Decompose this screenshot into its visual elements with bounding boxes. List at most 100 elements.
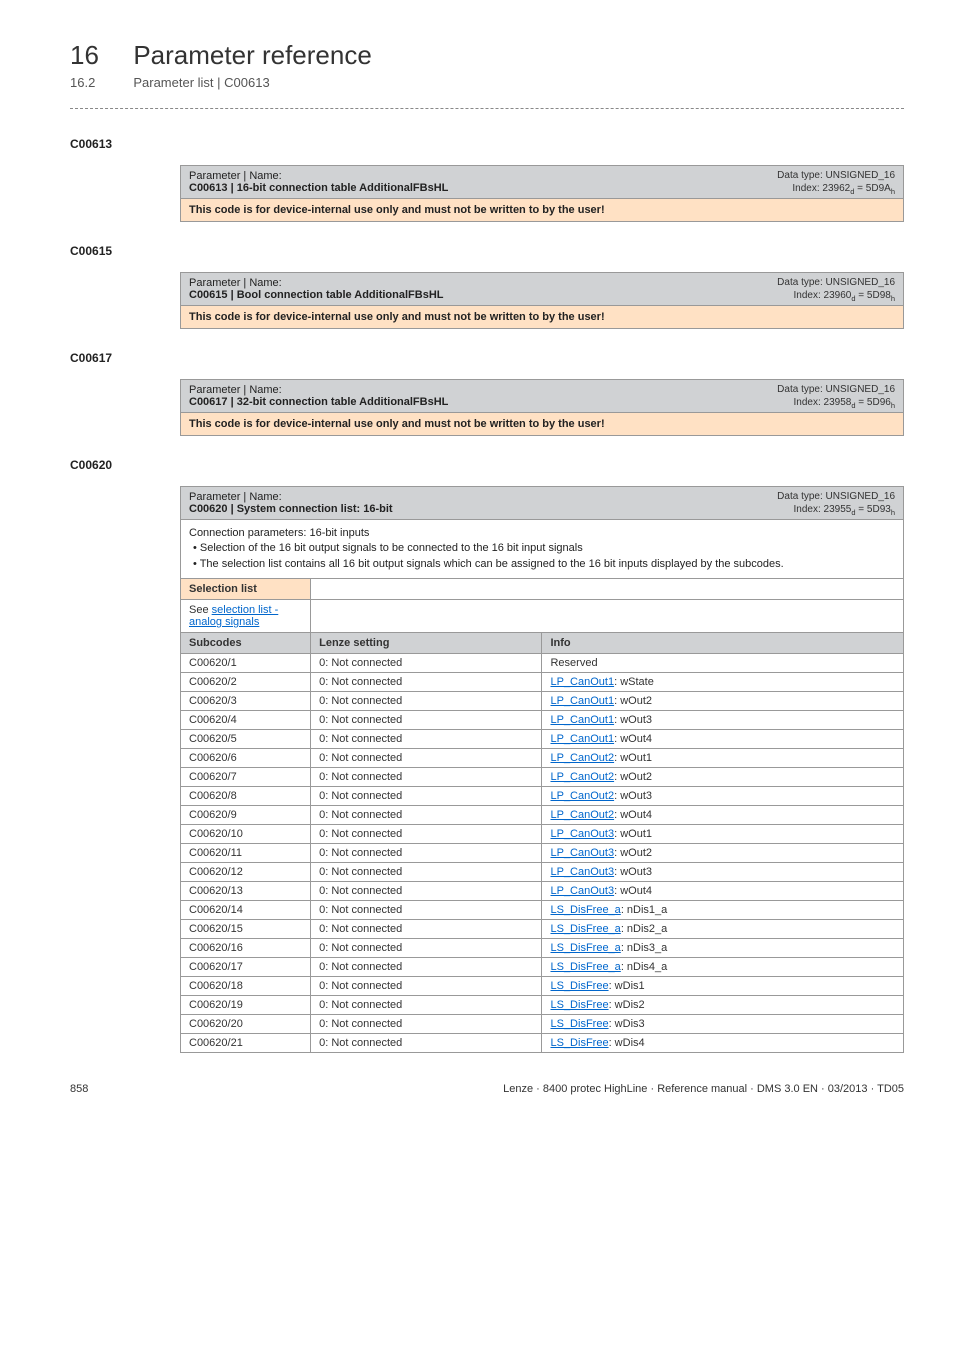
chapter-title: Parameter reference xyxy=(133,40,371,70)
setting-cell: 0: Not connected xyxy=(311,730,542,749)
meta-type: Data type: UNSIGNED_16 xyxy=(777,491,895,502)
info-link[interactable]: LS_DisFree_a xyxy=(550,904,620,916)
table-row: C00620/10 0: Not connected LP_CanOut3: w… xyxy=(181,825,904,844)
info-rest: : wOut2 xyxy=(614,695,652,707)
table-row: C00620/18 0: Not connected LS_DisFree: w… xyxy=(181,977,904,996)
subcode-cell: C00620/17 xyxy=(181,958,311,977)
parameter-block: Parameter | Name: C00617 | 32-bit connec… xyxy=(180,379,904,436)
code-heading: C00620 xyxy=(70,458,904,472)
setting-cell: 0: Not connected xyxy=(311,996,542,1015)
setting-cell: 0: Not connected xyxy=(311,920,542,939)
parameter-header-cell: Parameter | Name: C00617 | 32-bit connec… xyxy=(181,380,904,413)
parameter-name: C00620 | System connection list: 16-bit xyxy=(189,503,393,515)
info-link[interactable]: LP_CanOut1 xyxy=(550,714,614,726)
code-heading: C00613 xyxy=(70,137,904,151)
info-cell: LP_CanOut3: wOut2 xyxy=(542,844,904,863)
info-link[interactable]: LS_DisFree_a xyxy=(550,942,620,954)
page-number: 858 xyxy=(70,1083,88,1095)
subcode-cell: C00620/5 xyxy=(181,730,311,749)
parameter-name: C00615 | Bool connection table Additiona… xyxy=(189,289,443,301)
info-cell: LS_DisFree: wDis4 xyxy=(542,1034,904,1053)
empty-cell xyxy=(311,600,904,633)
description-cell: Connection parameters: 16-bit inputs • S… xyxy=(181,520,904,579)
subcode-cell: C00620/16 xyxy=(181,939,311,958)
info-rest: : wDis2 xyxy=(609,999,645,1011)
parameter-label: Parameter | Name: xyxy=(189,170,282,182)
setting-cell: 0: Not connected xyxy=(311,768,542,787)
parameter-table: Parameter | Name: C00613 | 16-bit connec… xyxy=(180,165,904,222)
footer-text: Lenze · 8400 protec HighLine · Reference… xyxy=(503,1083,904,1095)
info-link[interactable]: LP_CanOut2 xyxy=(550,752,614,764)
setting-cell: 0: Not connected xyxy=(311,1034,542,1053)
info-link[interactable]: LP_CanOut2 xyxy=(550,809,614,821)
table-row: C00620/3 0: Not connected LP_CanOut1: wO… xyxy=(181,692,904,711)
info-rest: : wOut4 xyxy=(614,809,652,821)
info-link[interactable]: LP_CanOut1 xyxy=(550,676,614,688)
code-heading: C00617 xyxy=(70,351,904,365)
parameter-meta: Data type: UNSIGNED_16 Index: 23962d = 5… xyxy=(777,170,895,196)
setting-cell: 0: Not connected xyxy=(311,863,542,882)
table-row: C00620/16 0: Not connected LS_DisFree_a:… xyxy=(181,939,904,958)
selection-list-header: Selection list xyxy=(181,579,311,600)
parameter-label: Parameter | Name: xyxy=(189,277,282,289)
info-cell: LP_CanOut2: wOut3 xyxy=(542,787,904,806)
setting-cell: 0: Not connected xyxy=(311,901,542,920)
info-link[interactable]: LP_CanOut1 xyxy=(550,733,614,745)
info-link[interactable]: LP_CanOut1 xyxy=(550,695,614,707)
desc-line: Connection parameters: 16-bit inputs xyxy=(189,526,895,541)
info-cell: LS_DisFree_a: nDis2_a xyxy=(542,920,904,939)
info-link[interactable]: LS_DisFree xyxy=(550,1037,608,1049)
info-cell: LS_DisFree: wDis3 xyxy=(542,1015,904,1034)
info-cell: LS_DisFree_a: nDis3_a xyxy=(542,939,904,958)
parameter-table-detail: Parameter | Name: C00620 | System connec… xyxy=(180,486,904,1053)
setting-cell: 0: Not connected xyxy=(311,711,542,730)
parameter-block: Parameter | Name: C00613 | 16-bit connec… xyxy=(180,165,904,222)
setting-cell: 0: Not connected xyxy=(311,787,542,806)
info-link[interactable]: LS_DisFree_a xyxy=(550,961,620,973)
info-link[interactable]: LS_DisFree xyxy=(550,999,608,1011)
selection-prefix: See xyxy=(189,604,212,616)
info-rest: : nDis2_a xyxy=(621,923,667,935)
parameter-meta: Data type: UNSIGNED_16 Index: 23955d = 5… xyxy=(777,491,895,517)
parameter-name: C00613 | 16-bit connection table Additio… xyxy=(189,182,448,194)
desc-bullet: • The selection list contains all 16 bit… xyxy=(189,557,895,572)
parameter-header-cell: Parameter | Name: C00613 | 16-bit connec… xyxy=(181,166,904,199)
parameter-label: Parameter | Name: xyxy=(189,491,282,503)
col-info: Info xyxy=(542,633,904,654)
info-link[interactable]: LP_CanOut3 xyxy=(550,866,614,878)
setting-cell: 0: Not connected xyxy=(311,673,542,692)
info-cell: LP_CanOut1: wOut4 xyxy=(542,730,904,749)
parameter-table: Parameter | Name: C00617 | 32-bit connec… xyxy=(180,379,904,436)
info-cell: LP_CanOut1: wState xyxy=(542,673,904,692)
info-link[interactable]: LP_CanOut2 xyxy=(550,771,614,783)
setting-cell: 0: Not connected xyxy=(311,1015,542,1034)
parameter-meta: Data type: UNSIGNED_16 Index: 23960d = 5… xyxy=(777,277,895,303)
info-rest: : nDis3_a xyxy=(621,942,667,954)
col-setting: Lenze setting xyxy=(311,633,542,654)
parameter-block-detail: Parameter | Name: C00620 | System connec… xyxy=(180,486,904,1053)
info-rest: : wDis3 xyxy=(609,1018,645,1030)
table-row: C00620/13 0: Not connected LP_CanOut3: w… xyxy=(181,882,904,901)
subcode-cell: C00620/19 xyxy=(181,996,311,1015)
parameter-meta: Data type: UNSIGNED_16 Index: 23958d = 5… xyxy=(777,384,895,410)
table-row: C00620/19 0: Not connected LS_DisFree: w… xyxy=(181,996,904,1015)
info-link[interactable]: LP_CanOut2 xyxy=(550,790,614,802)
subcode-cell: C00620/2 xyxy=(181,673,311,692)
table-row: C00620/6 0: Not connected LP_CanOut2: wO… xyxy=(181,749,904,768)
table-row: C00620/17 0: Not connected LS_DisFree_a:… xyxy=(181,958,904,977)
subcode-cell: C00620/1 xyxy=(181,654,311,673)
subcode-cell: C00620/12 xyxy=(181,863,311,882)
parameter-block: Parameter | Name: C00615 | Bool connecti… xyxy=(180,272,904,329)
info-link[interactable]: LS_DisFree xyxy=(550,1018,608,1030)
setting-cell: 0: Not connected xyxy=(311,806,542,825)
table-row: C00620/9 0: Not connected LP_CanOut2: wO… xyxy=(181,806,904,825)
subcode-cell: C00620/7 xyxy=(181,768,311,787)
info-link[interactable]: LP_CanOut3 xyxy=(550,847,614,859)
subcode-cell: C00620/3 xyxy=(181,692,311,711)
page-header: 16 Parameter reference 16.2 Parameter li… xyxy=(70,40,904,90)
info-link[interactable]: LP_CanOut3 xyxy=(550,828,614,840)
col-subcodes: Subcodes xyxy=(181,633,311,654)
info-link[interactable]: LS_DisFree xyxy=(550,980,608,992)
info-link[interactable]: LP_CanOut3 xyxy=(550,885,614,897)
info-link[interactable]: LS_DisFree_a xyxy=(550,923,620,935)
